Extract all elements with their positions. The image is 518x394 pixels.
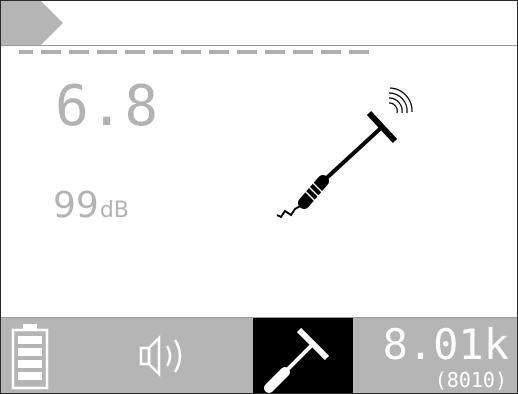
probe-tool-icon [264,327,330,393]
probe-mode-button[interactable] [253,318,353,393]
chevron-tab-icon [1,1,63,45]
sonde-probe-icon [276,87,413,219]
gain-reading: 99dB [53,185,129,226]
locator-display: 6.8 99dB 8.01k (8010) [0,0,518,394]
header-bar [1,1,517,46]
gain-unit: dB [99,198,129,223]
speaker-volume-icon [139,334,182,378]
volume-button[interactable] [129,318,199,393]
depth-reading: 6.8 [55,74,160,139]
frequency-value: 8.01k [382,320,509,369]
frequency-hz: (8010) [434,368,507,392]
battery-indicator [1,318,69,393]
gain-value: 99 [53,185,99,226]
status-bar: 8.01k (8010) [1,317,517,393]
mode-tab[interactable] [1,1,63,45]
battery-icon [11,324,49,390]
frequency-display[interactable]: 8.01k (8010) [381,318,517,393]
signal-strength-dashes-icon [19,50,369,54]
